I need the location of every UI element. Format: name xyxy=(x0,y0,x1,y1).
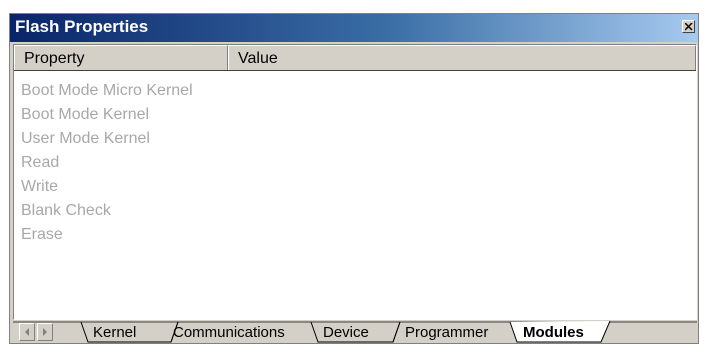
property-row[interactable]: Boot Mode Kernel xyxy=(21,103,193,127)
window-title: Flash Properties xyxy=(15,17,149,36)
tab-communications[interactable]: Communications xyxy=(173,324,285,341)
property-grid: Property Value Boot Mode Micro Kernel Bo… xyxy=(13,44,697,320)
property-column-header[interactable]: Property xyxy=(14,45,228,70)
property-row[interactable]: Write xyxy=(21,175,193,199)
property-row[interactable]: Erase xyxy=(21,223,193,247)
tab-bar: Kernel Communications Device Programmer … xyxy=(13,321,697,343)
arrow-left-icon xyxy=(25,328,29,336)
title-bar[interactable]: Flash Properties xyxy=(10,14,698,42)
tab-programmer[interactable]: Programmer xyxy=(405,324,488,341)
tab-modules[interactable]: Modules xyxy=(523,324,584,341)
arrow-right-icon xyxy=(43,328,47,336)
flash-properties-window: Flash Properties Property Value Boot Mod… xyxy=(9,13,699,344)
property-row[interactable]: Blank Check xyxy=(21,199,193,223)
tab-kernel[interactable]: Kernel xyxy=(93,324,136,341)
property-row[interactable]: Read xyxy=(21,151,193,175)
column-header-row: Property Value xyxy=(14,45,696,71)
tab-device[interactable]: Device xyxy=(323,324,369,341)
property-list: Boot Mode Micro Kernel Boot Mode Kernel … xyxy=(21,79,193,247)
close-icon xyxy=(685,23,693,31)
close-button[interactable] xyxy=(682,20,695,33)
tab-scroll-right-button[interactable] xyxy=(37,323,53,341)
tab-scroll-left-button[interactable] xyxy=(19,323,35,341)
property-row[interactable]: Boot Mode Micro Kernel xyxy=(21,79,193,103)
property-row[interactable]: User Mode Kernel xyxy=(21,127,193,151)
value-column-header[interactable]: Value xyxy=(228,45,696,70)
